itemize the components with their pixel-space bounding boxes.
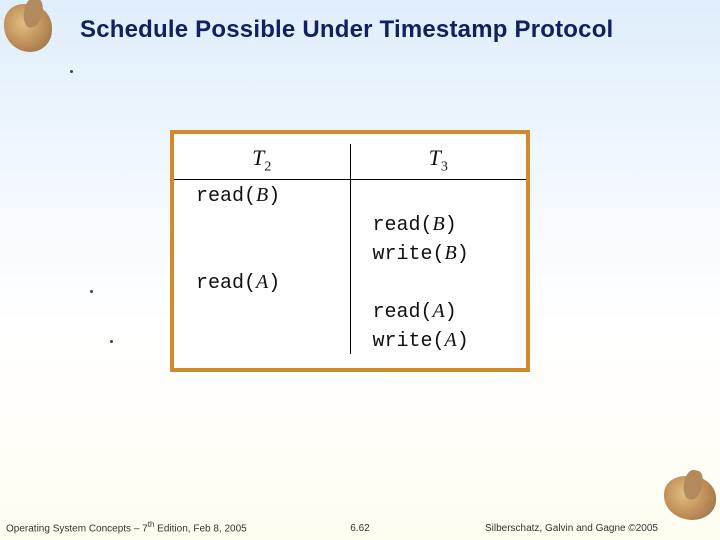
schedule-table: T2 T3 read(B) read(B) write(B) read(A) r…: [174, 144, 526, 354]
footer-right: Silberschatz, Galvin and Gagne ©2005: [485, 523, 658, 534]
bullet-dot: [110, 340, 113, 343]
header-t3: T3: [350, 144, 526, 180]
cell-t2: [174, 209, 350, 238]
cell-t3: write(B): [350, 238, 526, 267]
schedule-row: read(A): [174, 296, 526, 325]
cell-t2: [174, 325, 350, 354]
slide-footer: Operating System Concepts – 7th Edition,…: [0, 516, 720, 534]
schedule-header-row: T2 T3: [174, 144, 526, 180]
cell-t2: read(B): [174, 180, 350, 210]
slide-title: Schedule Possible Under Timestamp Protoc…: [80, 16, 710, 44]
schedule-row: read(B): [174, 209, 526, 238]
schedule-row: read(A): [174, 267, 526, 296]
footer-center-page: 6.62: [350, 523, 369, 534]
bullet-dot: [70, 70, 73, 73]
schedule-row: read(B): [174, 180, 526, 210]
cell-t3: read(A): [350, 296, 526, 325]
dinosaur-logo-bottom-right: [664, 476, 716, 520]
schedule-row: write(A): [174, 325, 526, 354]
cell-t3: [350, 267, 526, 296]
dinosaur-logo-top-left: [4, 4, 52, 52]
cell-t2: [174, 296, 350, 325]
cell-t3: [350, 180, 526, 210]
schedule-box: T2 T3 read(B) read(B) write(B) read(A) r…: [170, 130, 530, 372]
schedule-row: write(B): [174, 238, 526, 267]
cell-t2: read(A): [174, 267, 350, 296]
cell-t3: write(A): [350, 325, 526, 354]
bullet-dot: [90, 290, 93, 293]
cell-t2: [174, 238, 350, 267]
header-t2: T2: [174, 144, 350, 180]
footer-left: Operating System Concepts – 7th Edition,…: [6, 520, 247, 534]
cell-t3: read(B): [350, 209, 526, 238]
